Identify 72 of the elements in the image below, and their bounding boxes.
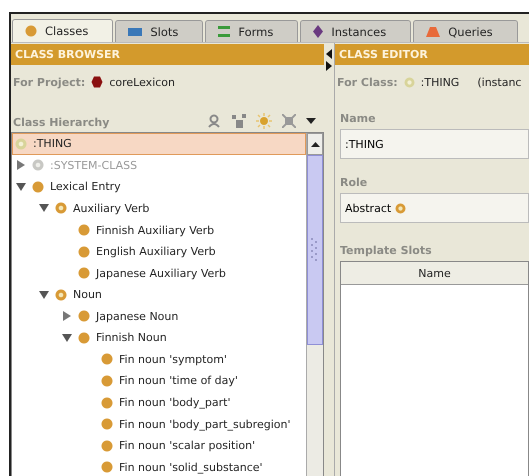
class-label: For Class: xyxy=(337,76,398,88)
trapezoid-icon xyxy=(426,26,440,36)
collapse-left-icon[interactable] xyxy=(326,49,332,59)
scroll-up-icon[interactable] xyxy=(310,142,320,146)
column-header[interactable]: Name xyxy=(341,262,528,285)
tree-row[interactable]: :THING xyxy=(12,133,306,155)
search-icon[interactable] xyxy=(208,114,222,128)
tree-row[interactable]: Lexical Entry xyxy=(12,176,306,198)
class-icon xyxy=(78,332,90,344)
panel-header: CLASS EDITOR xyxy=(335,44,529,65)
class-icon xyxy=(78,267,90,280)
tree-row[interactable]: Fin noun 'scalar position' xyxy=(12,434,306,456)
tree-row[interactable]: Finnish Auxiliary Verb xyxy=(12,219,306,241)
class-note: (instanc xyxy=(477,76,522,88)
class-icon xyxy=(101,396,113,409)
collapsed-triangle-icon[interactable] xyxy=(16,160,26,170)
tree-row[interactable]: Fin noun 'time of day' xyxy=(12,370,306,392)
class-icon xyxy=(78,246,90,258)
diamond-icon xyxy=(313,25,324,38)
circle-icon xyxy=(25,25,37,37)
scrollbar[interactable] xyxy=(306,133,323,476)
project-name: coreLexicon xyxy=(109,76,175,88)
bars-icon xyxy=(218,26,230,37)
abstract-class-icon xyxy=(395,202,406,214)
system-class-icon xyxy=(32,159,44,172)
role-label: Role xyxy=(340,176,368,189)
rectangle-icon xyxy=(128,28,142,36)
class-icon xyxy=(101,440,113,452)
class-icon xyxy=(101,461,113,474)
tree-row[interactable]: Auxiliary Verb xyxy=(12,198,306,220)
hierarchy-label: Class Hierarchy xyxy=(13,116,110,129)
expanded-triangle-icon[interactable] xyxy=(62,332,72,343)
dropdown-caret-icon[interactable] xyxy=(306,118,316,124)
tab[interactable]: Queries xyxy=(413,20,518,42)
class-icon xyxy=(32,180,44,193)
expanded-triangle-icon[interactable] xyxy=(16,182,26,192)
collapsed-triangle-icon[interactable] xyxy=(62,311,72,322)
project-label: For Project: xyxy=(13,76,86,88)
tree-row[interactable]: Japanese Auxiliary Verb xyxy=(12,262,306,284)
tree-row[interactable]: Finnish Noun xyxy=(12,327,306,349)
tree-row[interactable]: Fin noun 'solid_substance' xyxy=(12,456,306,476)
class-icon xyxy=(78,224,90,236)
tree-row[interactable]: English Auxiliary Verb xyxy=(12,240,306,262)
collapse-right-icon[interactable] xyxy=(326,61,332,71)
abstract-class-icon xyxy=(15,138,27,150)
abstract-class-icon xyxy=(55,202,67,214)
grip-icon[interactable] xyxy=(311,238,319,262)
abstract-class-icon xyxy=(404,76,415,88)
class-icon xyxy=(101,353,113,366)
tree-row[interactable]: Japanese Noun xyxy=(12,306,306,328)
expanded-triangle-icon[interactable] xyxy=(39,290,49,300)
tree-row[interactable]: Noun xyxy=(12,284,306,306)
tab[interactable]: Slots xyxy=(115,20,204,42)
tab[interactable]: Forms xyxy=(205,20,298,42)
tab[interactable]: Instances xyxy=(300,20,412,42)
tree-row[interactable]: Fin noun 'symptom' xyxy=(12,348,306,370)
panel-header: CLASS BROWSER xyxy=(11,44,324,65)
hierarchy-icon[interactable] xyxy=(232,114,246,128)
class-name: :THING xyxy=(420,76,460,88)
class-icon xyxy=(78,310,90,322)
tab[interactable]: Classes xyxy=(12,19,114,42)
class-icon xyxy=(101,374,113,387)
role-field[interactable]: Abstract xyxy=(340,193,529,223)
class-icon xyxy=(101,418,113,430)
tree-row[interactable]: Fin noun 'body_part' xyxy=(12,392,306,414)
expanded-triangle-icon[interactable] xyxy=(39,203,49,214)
template-slots-label: Template Slots xyxy=(340,244,432,257)
name-label: Name xyxy=(340,112,376,125)
hexagon-icon xyxy=(91,76,104,88)
abstract-class-icon xyxy=(55,288,67,301)
name-field[interactable]: :THING xyxy=(340,129,529,159)
tree-row[interactable]: Fin noun 'body_part_subregion' xyxy=(12,413,306,435)
